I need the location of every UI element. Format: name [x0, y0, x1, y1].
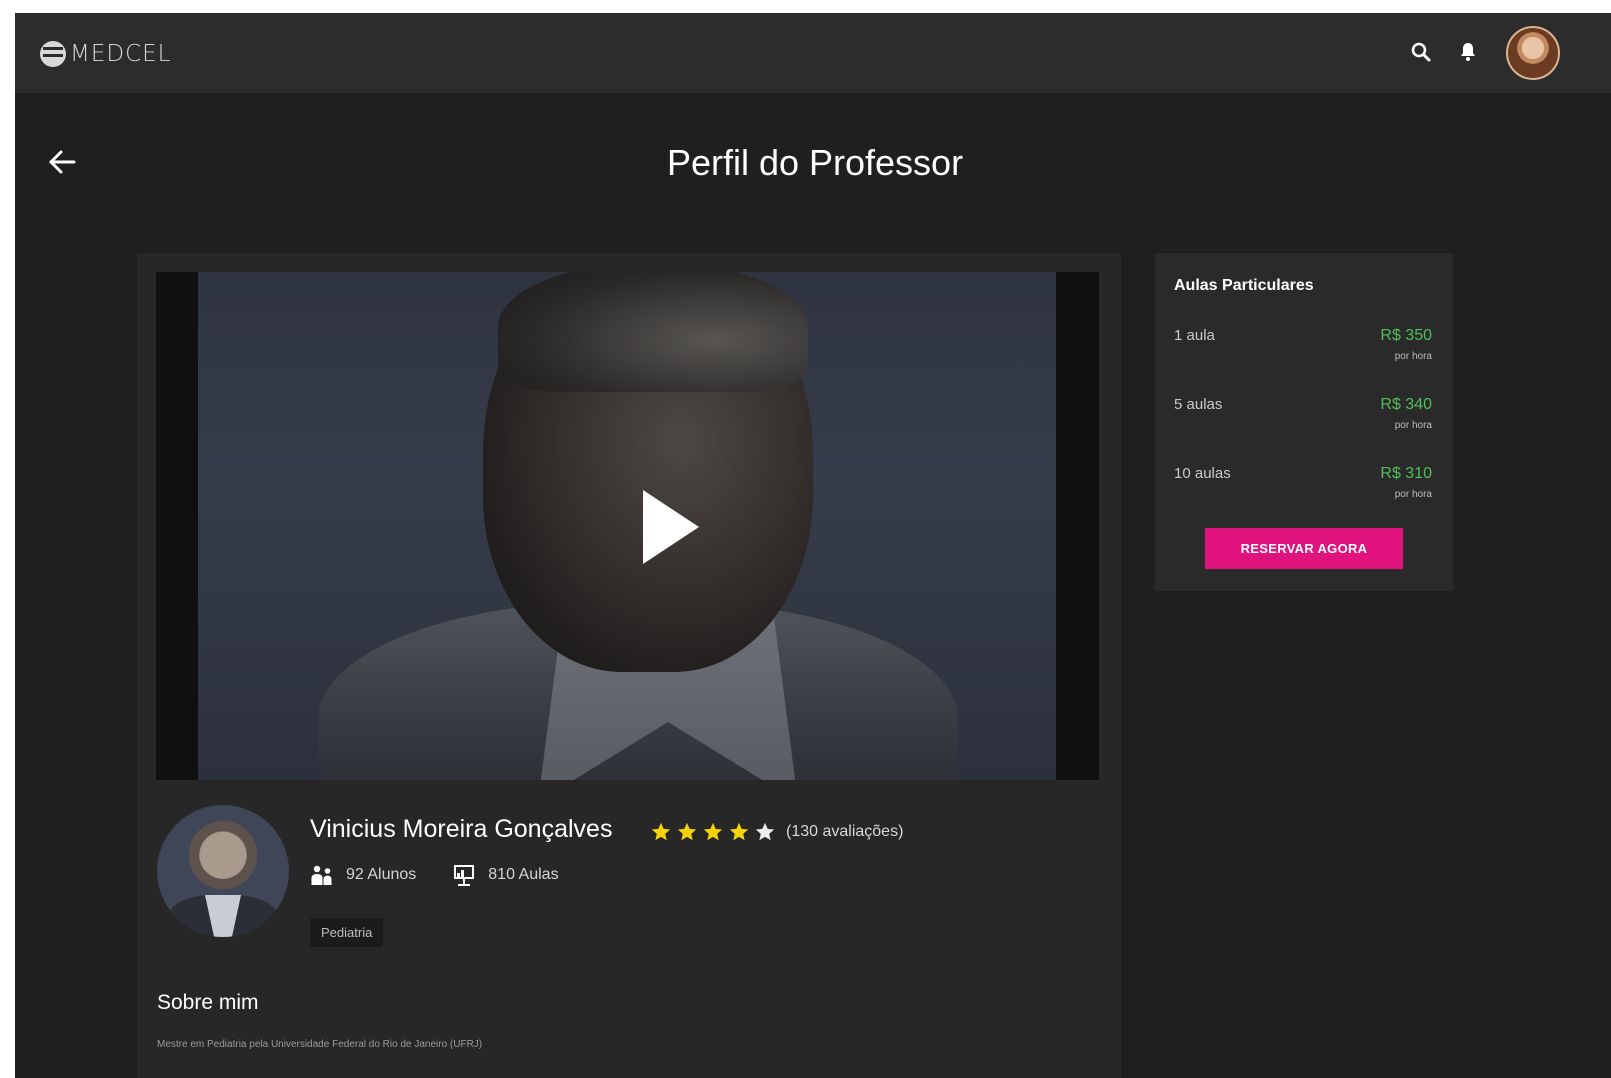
search-icon[interactable]	[1409, 40, 1433, 64]
reserve-now-button[interactable]: RESERVAR AGORA	[1205, 528, 1403, 569]
price-unit: por hora	[1394, 351, 1432, 362]
teacher-avatar	[157, 805, 289, 937]
bell-icon[interactable]	[1456, 40, 1480, 64]
intro-video[interactable]	[156, 272, 1099, 780]
teacher-name: Vinicius Moreira Gonçalves	[310, 815, 613, 843]
app-window: MEDCEL Perfil do Professor Vinicius More…	[15, 13, 1611, 1078]
price-unit: por hora	[1394, 489, 1432, 500]
classes-count: 810 Aulas	[488, 866, 559, 883]
page-title: Perfil do Professor	[666, 142, 964, 183]
price-value: R$ 310	[1380, 465, 1432, 482]
about-text: Mestre em Pediatria pela Universidade Fe…	[157, 1039, 483, 1050]
user-avatar[interactable]	[1506, 26, 1560, 80]
private-classes-card: Aulas Particulares 1 aula R$ 350 por hor…	[1155, 253, 1453, 591]
star-icon	[677, 822, 697, 841]
about-title: Sobre mim	[157, 991, 259, 1014]
top-bar: MEDCEL	[15, 13, 1611, 93]
star-icon	[703, 822, 723, 841]
teacher-profile-card: Vinicius Moreira Gonçalves (130 avaliaçõ…	[137, 253, 1121, 1078]
rating-stars	[650, 821, 776, 843]
price-row[interactable]: 5 aulas R$ 340 por hora	[1174, 396, 1432, 436]
students-icon	[311, 865, 332, 885]
reviews-count[interactable]: (130 avaliações)	[786, 823, 903, 841]
star-icon	[651, 822, 671, 841]
price-row[interactable]: 10 aulas R$ 310 por hora	[1174, 465, 1432, 505]
price-label: 1 aula	[1174, 327, 1215, 344]
video-frame	[198, 272, 1056, 780]
classes-icon	[454, 865, 475, 886]
students-stat: 92 Alunos	[310, 863, 416, 887]
price-label: 5 aulas	[1174, 396, 1223, 413]
price-label: 10 aulas	[1174, 465, 1231, 482]
teacher-stats: 92 Alunos 810 Aulas	[310, 863, 595, 887]
star-icon	[729, 822, 749, 841]
price-unit: por hora	[1394, 420, 1432, 431]
logo-icon	[40, 41, 66, 67]
pricing-title: Aulas Particulares	[1174, 277, 1314, 294]
classes-stat: 810 Aulas	[452, 863, 559, 887]
specialty-tag[interactable]: Pediatria	[310, 918, 384, 947]
students-count: 92 Alunos	[346, 866, 417, 883]
price-value: R$ 350	[1380, 327, 1432, 344]
brand-logo[interactable]: MEDCEL	[40, 40, 172, 68]
play-icon[interactable]	[641, 488, 701, 566]
brand-name: MEDCEL	[70, 41, 172, 67]
price-row[interactable]: 1 aula R$ 350 por hora	[1174, 327, 1432, 367]
price-value: R$ 340	[1380, 396, 1432, 413]
star-icon	[755, 822, 775, 841]
